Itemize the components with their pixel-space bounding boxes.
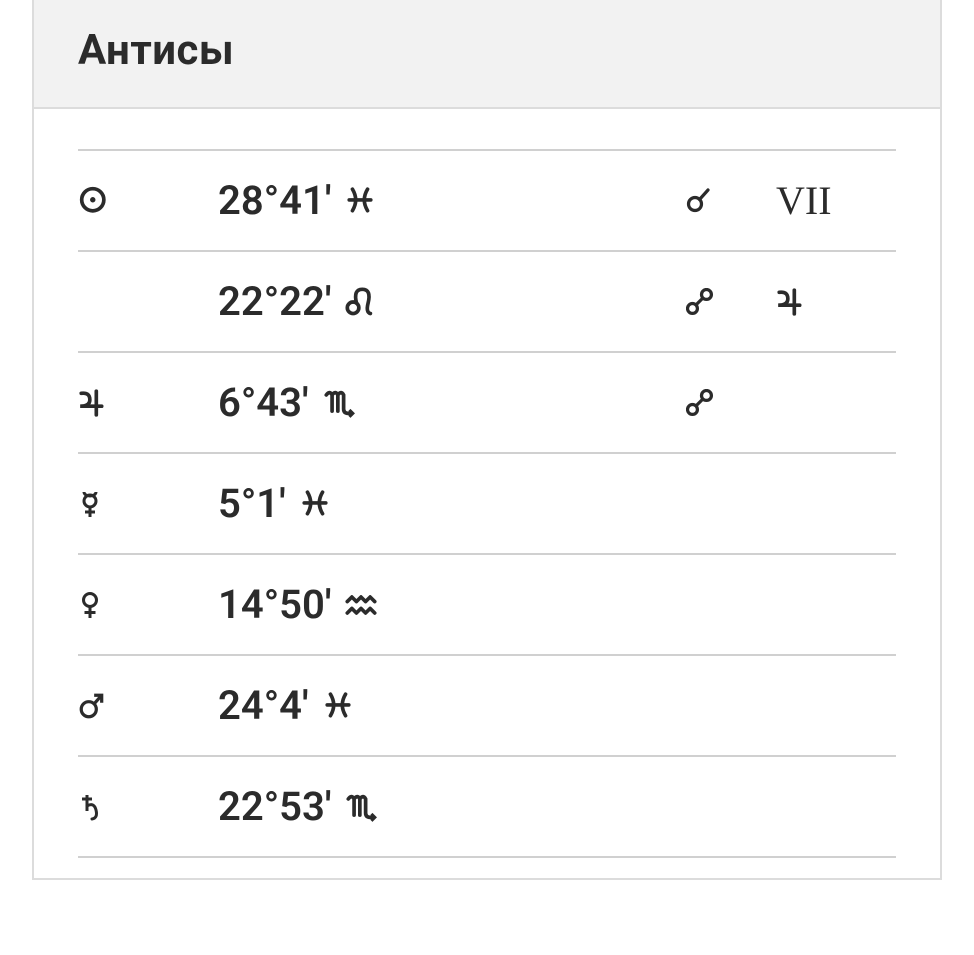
- saturn-icon: [78, 792, 104, 822]
- aspect-cell: [676, 453, 776, 554]
- position-cell: 6°43': [218, 352, 676, 453]
- position-text: 14°50': [218, 581, 331, 628]
- target-cell: [776, 352, 896, 453]
- planet-cell: [78, 453, 218, 554]
- mercury-icon: [78, 489, 104, 519]
- planet-cell: [78, 756, 218, 857]
- pisces-icon: [323, 692, 353, 720]
- target-cell: [776, 655, 896, 756]
- position-cell: 24°4': [218, 655, 676, 756]
- target-cell: [776, 554, 896, 655]
- aspect-cell: [676, 352, 776, 453]
- scorpio-icon: [323, 388, 355, 418]
- aquarius-icon: [345, 592, 377, 618]
- aspect-cell: [676, 756, 776, 857]
- position-text: 24°4': [218, 682, 309, 729]
- aspect-cell: [676, 554, 776, 655]
- card-body: 28°41' VII 22°22' 6°43' 5°1' 14°50' 24°4' 22°53…: [34, 109, 940, 878]
- table-row: 5°1': [78, 453, 896, 554]
- target-text: VII: [776, 178, 832, 223]
- position-text: 5°1': [218, 480, 286, 527]
- table-row: 14°50': [78, 554, 896, 655]
- target-cell: [776, 453, 896, 554]
- planet-cell: [78, 554, 218, 655]
- jupiter-icon: [776, 287, 804, 317]
- conjunction-icon: [686, 188, 712, 214]
- opposition-icon: [686, 389, 714, 417]
- table-row: 22°22': [78, 251, 896, 352]
- position-cell: 5°1': [218, 453, 676, 554]
- position-text: 22°53': [218, 783, 331, 830]
- position-cell: 22°22': [218, 251, 676, 352]
- aspect-cell: [676, 150, 776, 251]
- sun-icon: [78, 185, 110, 217]
- position-cell: 22°53': [218, 756, 676, 857]
- aspect-cell: [676, 655, 776, 756]
- position-cell: 14°50': [218, 554, 676, 655]
- pisces-icon: [345, 187, 375, 215]
- table-row: 22°53': [78, 756, 896, 857]
- table-row: 28°41' VII: [78, 150, 896, 251]
- aspect-cell: [676, 251, 776, 352]
- target-cell: VII: [776, 150, 896, 251]
- position-text: 28°41': [218, 177, 331, 224]
- position-text: 6°43': [218, 379, 309, 426]
- mars-icon: [78, 692, 106, 720]
- position-cell: 28°41': [218, 150, 676, 251]
- planet-cell: [78, 655, 218, 756]
- position-text: 22°22': [218, 278, 331, 325]
- card-header: Антисы: [34, 0, 940, 109]
- table-row: 6°43': [78, 352, 896, 453]
- target-cell: [776, 251, 896, 352]
- planet-cell: [78, 251, 218, 352]
- antiscia-card: Антисы 28°41' VII 22°22' 6°43' 5°1' 14°50' 24°…: [32, 0, 942, 880]
- pisces-icon: [300, 490, 330, 518]
- planet-cell: [78, 150, 218, 251]
- planet-cell: [78, 352, 218, 453]
- moon-icon: [776, 390, 800, 416]
- target-cell: [776, 756, 896, 857]
- card-title: Антисы: [78, 26, 896, 75]
- moon-icon: [78, 289, 102, 315]
- leo-icon: [345, 287, 375, 317]
- opposition-icon: [686, 288, 714, 316]
- venus-icon: [78, 590, 104, 620]
- jupiter-icon: [78, 388, 106, 418]
- table-row: 24°4': [78, 655, 896, 756]
- scorpio-icon: [345, 792, 377, 822]
- antiscia-table: 28°41' VII 22°22' 6°43' 5°1' 14°50' 24°4' 22°53…: [78, 149, 896, 858]
